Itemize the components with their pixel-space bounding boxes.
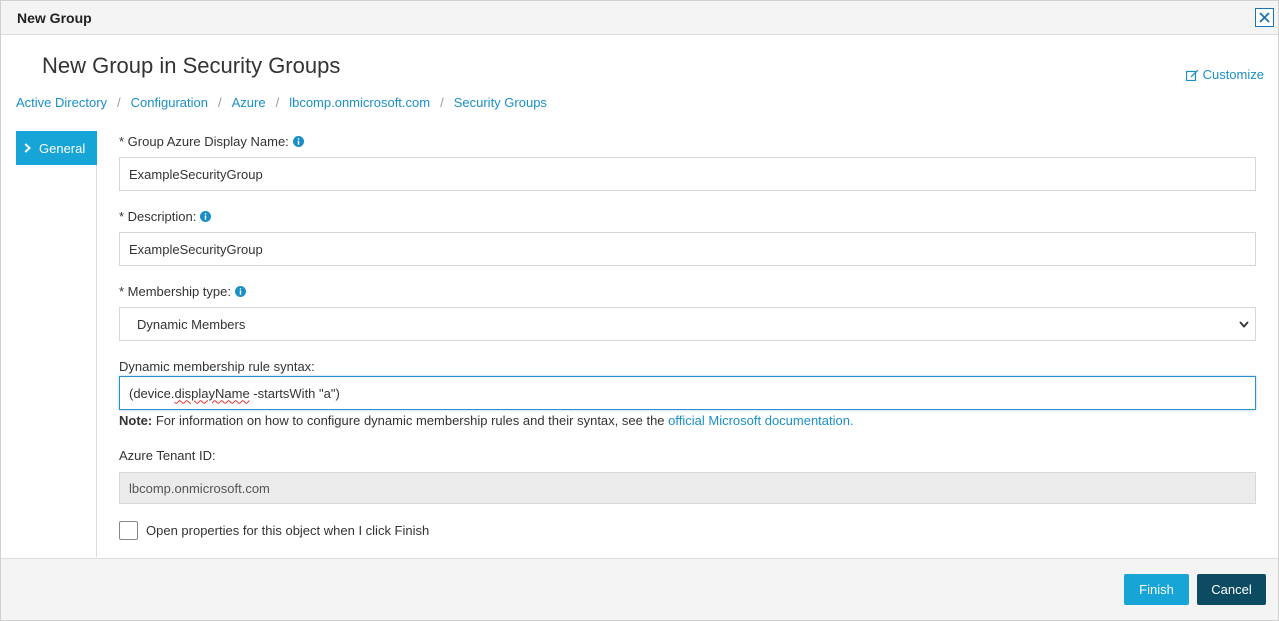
breadcrumb-active-directory[interactable]: Active Directory	[16, 95, 107, 110]
description-label: * Description:	[119, 209, 212, 224]
info-icon[interactable]	[235, 286, 246, 297]
chevron-right-icon	[24, 143, 31, 153]
customize-link[interactable]: Customize	[1185, 67, 1264, 82]
rule-syntax-value-part: -startsWith "a")	[249, 385, 340, 401]
breadcrumb-security-groups[interactable]: Security Groups	[454, 95, 547, 110]
cancel-button[interactable]: Cancel	[1197, 574, 1266, 605]
rule-syntax-note: Note: For information on how to configur…	[119, 413, 854, 428]
rule-syntax-label-text: Dynamic membership rule syntax:	[119, 359, 315, 374]
display-name-label-text: * Group Azure Display Name:	[119, 134, 289, 149]
dialog-footer: Finish Cancel	[1, 558, 1278, 620]
open-properties-checkbox[interactable]	[119, 521, 138, 540]
membership-type-label: * Membership type:	[119, 284, 246, 299]
tenant-id-label: Azure Tenant ID:	[119, 448, 216, 463]
close-button[interactable]	[1255, 8, 1274, 27]
note-prefix: Note:	[119, 413, 153, 428]
window-title: New Group	[17, 10, 92, 26]
new-group-dialog: New Group New Group in Security Groups C…	[0, 0, 1279, 621]
sidebar: General	[16, 131, 97, 557]
rule-syntax-misspelled-word: displayName	[174, 385, 250, 401]
note-text: For information on how to configure dyna…	[152, 413, 669, 428]
breadcrumb-separator: /	[275, 95, 280, 110]
breadcrumb-azure[interactable]: Azure	[232, 95, 266, 110]
membership-type-value: Dynamic Members	[137, 316, 246, 332]
breadcrumb-separator: /	[117, 95, 121, 110]
description-label-text: * Description:	[119, 209, 197, 224]
breadcrumb-configuration[interactable]: Configuration	[131, 95, 208, 110]
rule-syntax-value-part: (device.	[129, 385, 175, 401]
membership-type-select[interactable]: Dynamic Members	[119, 307, 1256, 341]
membership-type-label-text: * Membership type:	[119, 284, 231, 299]
sidebar-item-label: General	[39, 140, 86, 156]
breadcrumb-separator: /	[440, 95, 444, 110]
sidebar-item-general[interactable]: General	[16, 131, 97, 165]
customize-label: Customize	[1202, 67, 1264, 82]
breadcrumb-tenant[interactable]: lbcomp.onmicrosoft.com	[289, 95, 430, 110]
tenant-id-value: lbcomp.onmicrosoft.com	[129, 480, 270, 496]
title-bar: New Group	[1, 1, 1278, 35]
edit-icon	[1185, 69, 1198, 81]
breadcrumb-separator: /	[217, 95, 222, 110]
close-icon	[1259, 12, 1270, 23]
description-value: ExampleSecurityGroup	[129, 241, 263, 257]
open-properties-label: Open properties for this object when I c…	[146, 523, 430, 538]
tenant-id-input: lbcomp.onmicrosoft.com	[119, 472, 1256, 504]
tenant-id-label-text: Azure Tenant ID:	[119, 448, 216, 463]
display-name-label: * Group Azure Display Name:	[119, 134, 304, 149]
display-name-value: ExampleSecurityGroup	[129, 166, 263, 182]
page-title: New Group in Security Groups	[42, 53, 341, 78]
open-properties-row: Open properties for this object when I c…	[119, 521, 429, 540]
rule-syntax-input[interactable]: (device.displayName -startsWith "a")	[119, 376, 1256, 410]
rule-syntax-label: Dynamic membership rule syntax:	[119, 359, 315, 374]
rule-syntax-value: (device.displayName -startsWith "a")	[129, 386, 340, 401]
breadcrumb: Active Directory / Configuration / Azure…	[16, 95, 547, 110]
description-input[interactable]: ExampleSecurityGroup	[119, 232, 1256, 266]
chevron-down-icon	[1239, 320, 1249, 328]
display-name-input[interactable]: ExampleSecurityGroup	[119, 157, 1256, 191]
microsoft-documentation-link[interactable]: official Microsoft documentation.	[668, 413, 853, 428]
finish-button[interactable]: Finish	[1124, 574, 1189, 605]
info-icon[interactable]	[292, 136, 304, 147]
info-icon[interactable]	[200, 211, 212, 222]
